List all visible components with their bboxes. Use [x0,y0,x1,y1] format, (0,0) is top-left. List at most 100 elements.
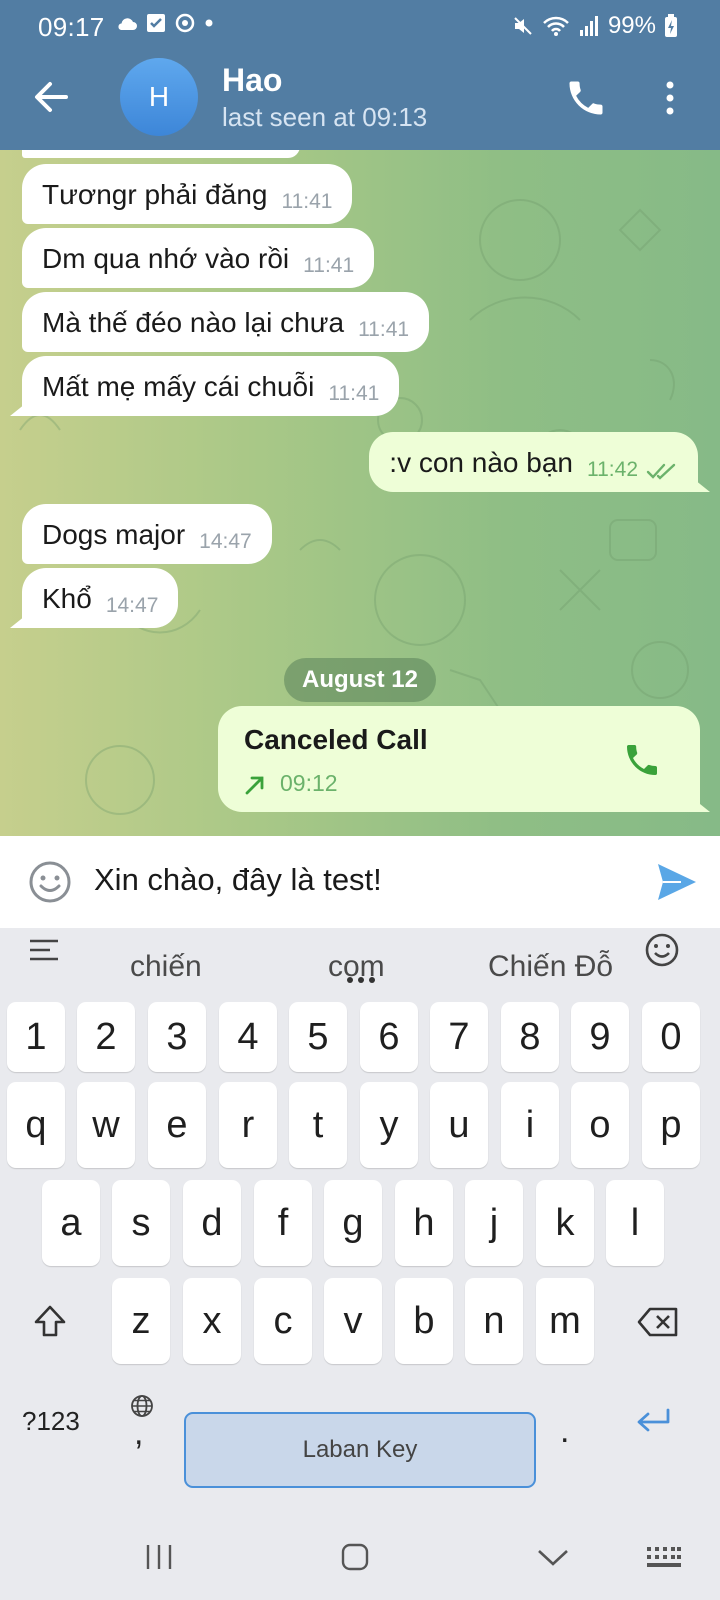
message-composer: Xin chào, đây là test! [0,836,720,928]
message-time: 11:41 [303,254,355,277]
key[interactable]: s [112,1180,170,1266]
message-bubble[interactable]: Dm qua nhớ vào rồi 11:41 [22,228,375,288]
key[interactable]: 8 [501,1002,559,1072]
mute-icon [514,17,532,35]
key[interactable]: o [571,1082,629,1168]
key[interactable]: g [324,1180,382,1266]
message-text: Dm qua nhớ vào rồi [42,243,290,274]
recent-apps-icon[interactable] [144,1542,174,1572]
phone-call-icon[interactable] [564,76,608,120]
send-icon[interactable] [656,862,698,902]
space-bar[interactable]: Laban Key [184,1412,536,1488]
home-icon[interactable] [340,1542,370,1572]
key[interactable]: p [642,1082,700,1168]
key[interactable]: 1 [7,1002,65,1072]
dot-icon [205,19,213,27]
emoji-icon[interactable] [28,860,72,904]
key[interactable]: i [501,1082,559,1168]
back-arrow-icon[interactable] [30,76,72,118]
key[interactable]: e [148,1082,206,1168]
key[interactable]: k [536,1180,594,1266]
message-time: 11:42 [587,458,638,481]
comma-key[interactable]: , [134,1414,143,1453]
avatar[interactable]: H [120,58,198,136]
key[interactable]: m [536,1278,594,1364]
call-title: Canceled Call [244,724,428,755]
navigation-bar [0,1530,720,1600]
message-time: 14:47 [105,594,159,617]
key[interactable]: q [7,1082,65,1168]
key[interactable]: b [395,1278,453,1364]
message-input[interactable]: Xin chào, đây là test! [94,862,382,898]
shift-icon[interactable] [30,1302,70,1342]
key[interactable]: 4 [219,1002,277,1072]
last-seen-status: last seen at 09:13 [222,102,428,132]
battery-percent: 99% [607,12,656,39]
message-time: 11:41 [328,382,380,405]
key[interactable]: 7 [430,1002,488,1072]
keyboard-toggle-icon[interactable] [646,1546,682,1568]
message-text: Mà thế đéo nào lại chưa [42,307,345,338]
message-text: Dogs major [42,519,186,550]
key[interactable]: x [183,1278,241,1364]
key[interactable]: t [289,1082,347,1168]
key[interactable]: h [395,1180,453,1266]
message-time: 14:47 [199,530,252,553]
signal-icon [579,16,598,36]
key[interactable]: r [219,1082,277,1168]
avatar-letter: H [148,81,170,112]
contact-name[interactable]: Hao [222,62,282,99]
emoji-keyboard-icon[interactable] [644,932,680,968]
key[interactable]: a [42,1180,100,1266]
message-bubble[interactable]: Khổ 14:47 [22,568,179,628]
call-message-bubble[interactable]: Canceled Call 09:12 [218,706,700,812]
key[interactable]: 5 [289,1002,347,1072]
system-icons: 99% [512,12,678,40]
message-text: Khổ [42,583,92,614]
suggestion-item[interactable]: Chiến Đỗ [488,950,613,984]
more-suggestions-dots-icon[interactable] [346,976,376,984]
message-bubble[interactable]: Mất mẹ mấy cái chuỗi 11:41 [22,356,400,416]
more-options-icon[interactable] [660,78,680,118]
key[interactable]: u [430,1082,488,1168]
battery-charging-icon [665,14,677,37]
date-separator: August 12 [284,658,436,702]
key[interactable]: v [324,1278,382,1364]
key[interactable]: d [183,1180,241,1266]
suggestion-item[interactable]: chiến [130,950,202,984]
period-key[interactable]: . [560,1412,569,1451]
chat-area[interactable]: Tươngr phải đăng 11:41 Dm qua nhớ vào rồ… [0,150,720,836]
call-time: 09:12 [280,770,338,796]
key[interactable]: 6 [360,1002,418,1072]
status-time: 09:17 [38,12,105,42]
key[interactable]: n [465,1278,523,1364]
menu-lines-icon[interactable] [28,938,62,962]
backspace-icon[interactable] [636,1306,680,1338]
phone-icon[interactable] [622,740,662,780]
message-bubble[interactable]: Mà thế đéo nào lại chưa 11:41 [22,292,430,352]
message-bubble[interactable]: Tươngr phải đăng 11:41 [22,164,353,224]
message-text: Tươngr phải đăng [42,179,268,210]
back-chevron-icon[interactable] [536,1548,570,1568]
message-bubble[interactable]: Dogs major 14:47 [22,504,272,564]
key[interactable]: j [465,1180,523,1266]
key[interactable]: 0 [642,1002,700,1072]
status-bar: 09:17 99% [0,0,720,50]
key[interactable]: f [254,1180,312,1266]
key[interactable]: 3 [148,1002,206,1072]
key[interactable]: l [606,1180,664,1266]
key[interactable]: w [77,1082,135,1168]
message-time: 11:41 [281,190,333,213]
key[interactable]: z [112,1278,170,1364]
mode-switch-key[interactable]: ?123 [22,1406,80,1437]
checkbox-icon [147,14,165,32]
message-bubble-partial[interactable] [22,150,300,158]
message-bubble-outgoing[interactable]: :v con nào bạn 11:42 [369,432,698,492]
key[interactable]: c [254,1278,312,1364]
enter-icon[interactable] [634,1406,674,1436]
key[interactable]: 9 [571,1002,629,1072]
key[interactable]: y [360,1082,418,1168]
key[interactable]: 2 [77,1002,135,1072]
notification-icons [116,12,214,34]
app-header: 09:17 99% H Hao last seen at 09:13 [0,0,720,150]
